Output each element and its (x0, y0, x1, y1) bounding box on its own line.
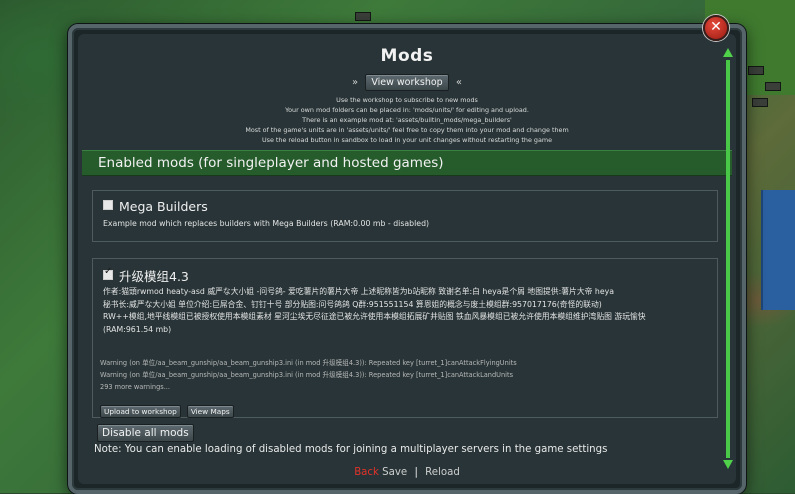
map-unit (765, 82, 781, 91)
scroll-up-icon[interactable] (723, 48, 733, 57)
back-button[interactable]: Back (354, 467, 379, 478)
map-unit (748, 66, 764, 75)
info-text: Use the workshop to subscribe to new mod… (72, 96, 742, 146)
warning-line: Warning (on 单位/aa_beam_gunship/aa_beam_g… (100, 371, 514, 379)
mod-entry-mega-builders: Mega Builders Example mod which replaces… (92, 190, 718, 242)
info-line: There is an example mod at: 'assets/buil… (302, 115, 512, 124)
warning-line: Warning (on 单位/aa_beam_gunship/aa_beam_g… (100, 359, 517, 367)
mod-entry-upgrade-mod: 升级模组4.3 作者:猫頭rwmod heaty-asd 威严な大小姐 -问号鸽… (92, 258, 718, 418)
info-line: Your own mod folders can be placed in: '… (285, 105, 529, 114)
mods-dialog: Mods » View workshop « Use the workshop … (68, 24, 746, 494)
footer-separator: | (414, 467, 418, 478)
mod-description-line: (RAM:961.54 mb) (103, 324, 172, 334)
enabled-mods-header: Enabled mods (for singleplayer and hoste… (82, 150, 732, 176)
mod-title-row: 升级模组4.3 (103, 266, 189, 285)
reload-button[interactable]: Reload (425, 467, 460, 478)
map-unit (355, 12, 371, 21)
mod-enable-checkbox[interactable] (103, 200, 113, 210)
close-icon[interactable]: ✕ (703, 15, 729, 41)
view-maps-button[interactable]: View Maps (186, 405, 234, 418)
mod-buttons: Upload to workshop View Maps (100, 399, 235, 418)
dialog-title: Mods (380, 46, 434, 66)
mod-title: Mega Builders (119, 199, 208, 214)
mod-title-row: Mega Builders (103, 199, 208, 214)
workshop-row: » View workshop « (72, 74, 742, 91)
upload-to-workshop-button[interactable]: Upload to workshop (100, 405, 181, 418)
disable-all-mods-button[interactable]: Disable all mods (97, 424, 194, 442)
footer-actions: Back Save | Reload (72, 467, 742, 478)
mod-description-line: 秘书长:威严な大小姐 单位介绍:巨屌合金、钉钉十号 部分贴图:问号鸽鸽 Q群:9… (103, 299, 602, 309)
mod-warnings: Warning (on 单位/aa_beam_gunship/aa_beam_g… (100, 357, 517, 393)
scrollbar-thumb[interactable] (726, 60, 730, 458)
map-unit (752, 98, 768, 107)
view-workshop-button[interactable]: View workshop (365, 74, 449, 91)
info-line: Most of the game's units are in 'assets/… (245, 125, 569, 134)
mod-description-line: 作者:猫頭rwmod heaty-asd 威严な大小姐 -问号鸽- 爱吃薯片的薯… (103, 287, 615, 296)
info-line: Use the workshop to subscribe to new mod… (336, 96, 478, 104)
mod-enable-checkbox[interactable] (103, 266, 113, 280)
arrows-right-icon: « (455, 77, 462, 88)
arrows-left-icon: » (352, 77, 359, 88)
mod-description: 作者:猫頭rwmod heaty-asd 威严な大小姐 -问号鸽- 爱吃薯片的薯… (103, 286, 646, 336)
mod-description-line: RW++模组,地平线模组已被授权使用本模组素材 星河尘埃无尽征途已被允许使用本模… (103, 312, 646, 321)
mod-title: 升级模组4.3 (119, 269, 189, 284)
save-button[interactable]: Save (382, 467, 407, 478)
map-water (761, 190, 795, 310)
multiplayer-note: Note: You can enable loading of disabled… (94, 444, 608, 455)
mod-description-line: Example mod which replaces builders with… (103, 219, 430, 228)
scrollbar[interactable] (723, 48, 733, 470)
warning-count: 293 more warnings... (100, 383, 170, 391)
info-line: Use the reload button in sandbox to load… (261, 135, 553, 144)
mod-description: Example mod which replaces builders with… (103, 218, 429, 231)
